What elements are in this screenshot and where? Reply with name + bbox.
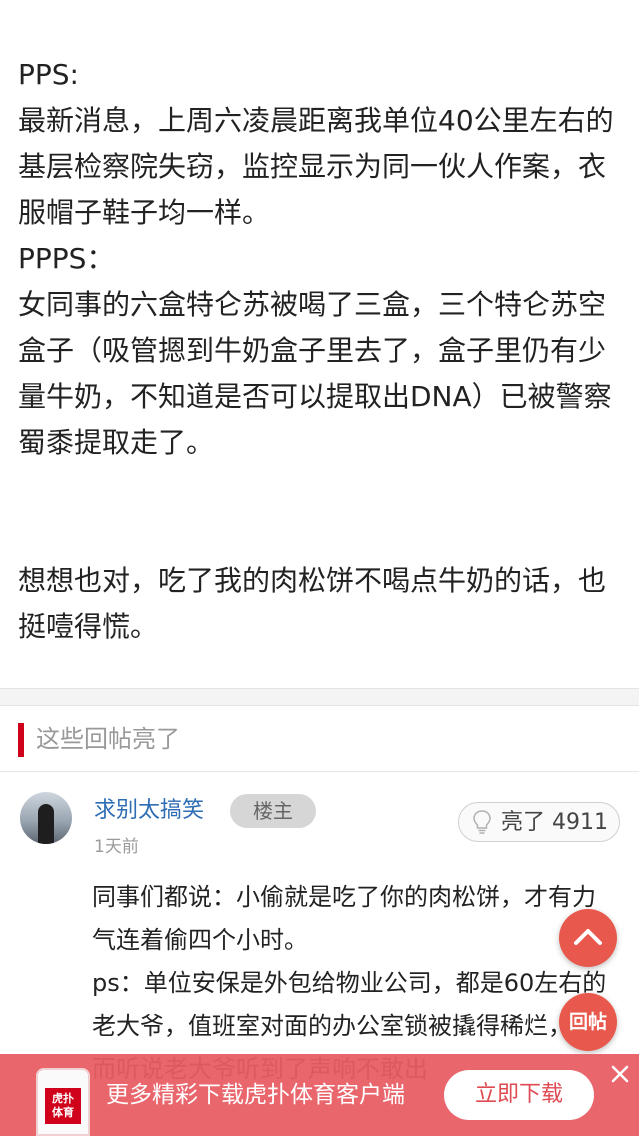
section-divider xyxy=(0,688,639,706)
avatar[interactable] xyxy=(20,792,72,844)
light-label: 亮了 xyxy=(501,810,546,835)
lightbulb-icon xyxy=(473,810,491,834)
section-title: 这些回帖亮了 xyxy=(36,725,180,753)
post-content: PPS: 最新消息，上周六凌晨距离我单位40公里左右的基层检察院失窃，监控显示为… xyxy=(18,52,622,650)
section-accent-bar xyxy=(18,723,24,757)
reply-time: 1天前 xyxy=(94,837,139,857)
banner-text: 更多精彩下载虎扑体育客户端 xyxy=(106,1082,405,1108)
light-button[interactable]: 亮了 4911 xyxy=(458,802,620,842)
post-paragraph: 最新消息，上周六凌晨距离我单位40公里左右的基层检察院失窃，监控显示为同一伙人作… xyxy=(18,104,614,229)
highlight-replies-header: 这些回帖亮了 xyxy=(0,705,639,772)
post-paragraph: PPS: xyxy=(18,58,79,91)
hupu-logo: 虎扑 体育 xyxy=(45,1088,81,1124)
download-button[interactable]: 立即下载 xyxy=(444,1070,594,1120)
op-badge: 楼主 xyxy=(230,794,316,828)
post-paragraph: 女同事的六盒特仑苏被喝了三盒，三个特仑苏空盒子（吸管摁到牛奶盒子里去了，盒子里仍… xyxy=(18,288,612,459)
close-icon[interactable] xyxy=(606,1060,634,1088)
chevron-up-icon xyxy=(574,929,602,945)
app-phone-icon: 虎扑 体育 xyxy=(36,1068,90,1136)
app-download-banner: 虎扑 体育 更多精彩下载虎扑体育客户端 立即下载 xyxy=(0,1054,639,1136)
post-paragraph: PPPS： xyxy=(18,242,115,275)
light-count: 4911 xyxy=(552,810,609,835)
post-paragraph: 想想也对，吃了我的肉松饼不喝点牛奶的话，也挺噎得慌。 xyxy=(18,564,607,643)
reply-username[interactable]: 求别太搞笑 xyxy=(94,796,204,826)
reply-paragraph: 同事们都说：小偷就是吃了你的肉松饼，才有力气连着偷四个小时。 xyxy=(92,883,596,954)
scroll-top-button[interactable] xyxy=(559,909,617,967)
reply-item: 求别太搞笑 楼主 1天前 亮了 4911 同事们都说：小偷就是吃了你的肉松饼，才… xyxy=(0,772,639,1083)
reply-button[interactable]: 回帖 xyxy=(559,993,617,1051)
